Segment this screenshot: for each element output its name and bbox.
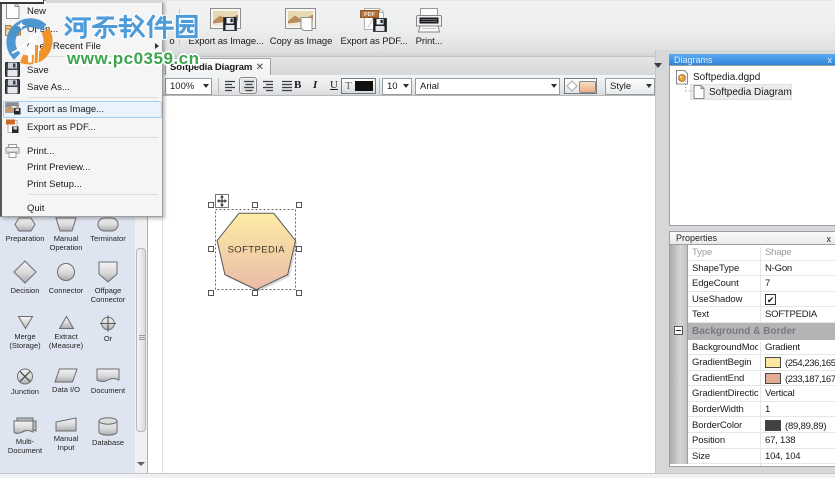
svg-text:SOFTPEDIA: SOFTPEDIA: [228, 245, 286, 256]
svg-text:PDF: PDF: [364, 12, 376, 18]
